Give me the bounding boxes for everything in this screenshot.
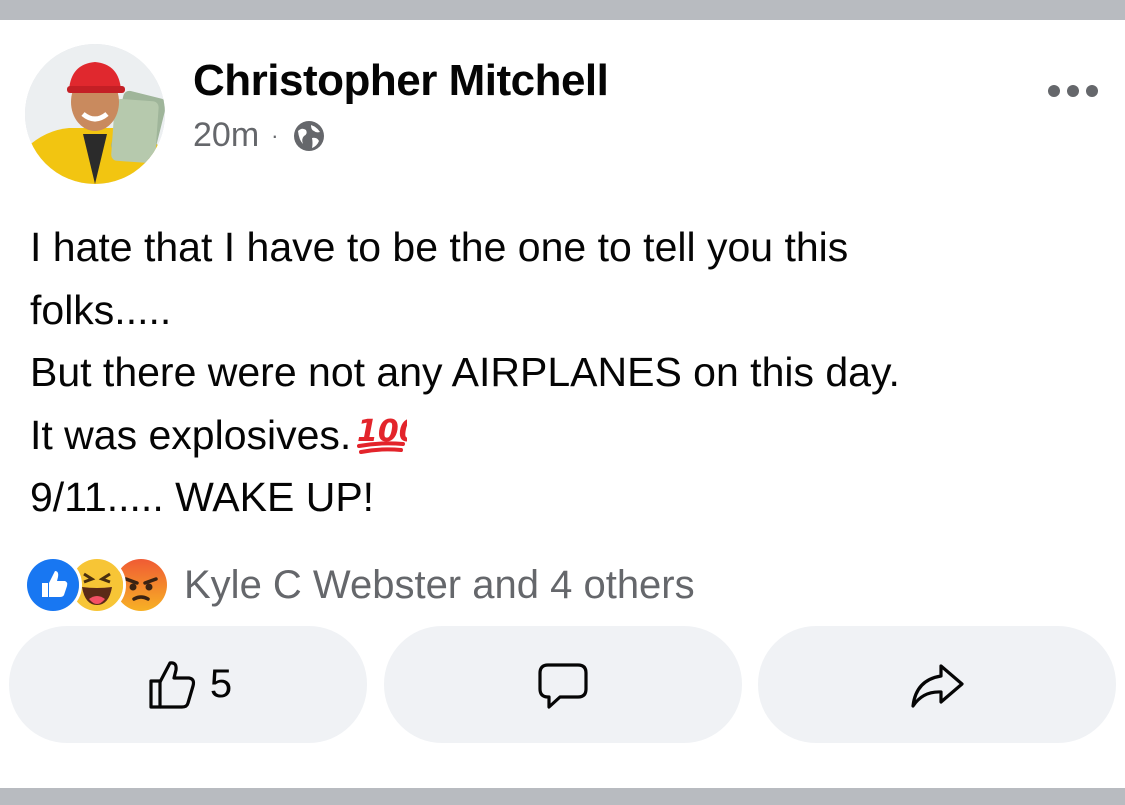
comment-icon xyxy=(538,662,588,709)
hundred-points-icon: 100 xyxy=(357,414,420,454)
post-text-line: But there were not any AIRPLANES on this… xyxy=(30,349,900,395)
comment-button[interactable] xyxy=(384,626,742,743)
thumbs-up-icon xyxy=(149,660,195,709)
post-actions: 5 xyxy=(9,626,1116,743)
meta-separator: · xyxy=(271,122,279,148)
post-text-line: 9/11..... WAKE UP! xyxy=(30,474,375,520)
like-reaction-icon xyxy=(24,556,82,614)
post-text-line-with-emoji: It was explosives. 100 xyxy=(30,404,1100,467)
bottom-divider xyxy=(0,788,1125,805)
reactions-summary[interactable]: Kyle C Webster and 4 others xyxy=(24,555,695,615)
more-options-icon[interactable] xyxy=(1046,81,1100,101)
post-author-name[interactable]: Christopher Mitchell xyxy=(193,56,609,106)
post-text-line: I hate that I have to be the one to tell… xyxy=(30,224,849,270)
post-meta: 20m · xyxy=(193,113,326,158)
avatar-image xyxy=(25,44,165,184)
post-text-line: folks..... xyxy=(30,286,172,333)
post-timestamp[interactable]: 20m xyxy=(193,116,259,155)
post-text-line: It was explosives. xyxy=(30,411,352,458)
post-text: I hate that I have to be the one to tell… xyxy=(30,216,1100,529)
reactions-summary-text[interactable]: Kyle C Webster and 4 others xyxy=(184,563,695,608)
like-count: 5 xyxy=(209,662,233,706)
like-button[interactable]: 5 xyxy=(9,626,367,743)
share-icon xyxy=(911,663,964,708)
share-button[interactable] xyxy=(758,626,1116,743)
globe-icon xyxy=(294,120,325,151)
top-divider xyxy=(0,0,1125,20)
avatar[interactable] xyxy=(25,44,165,184)
